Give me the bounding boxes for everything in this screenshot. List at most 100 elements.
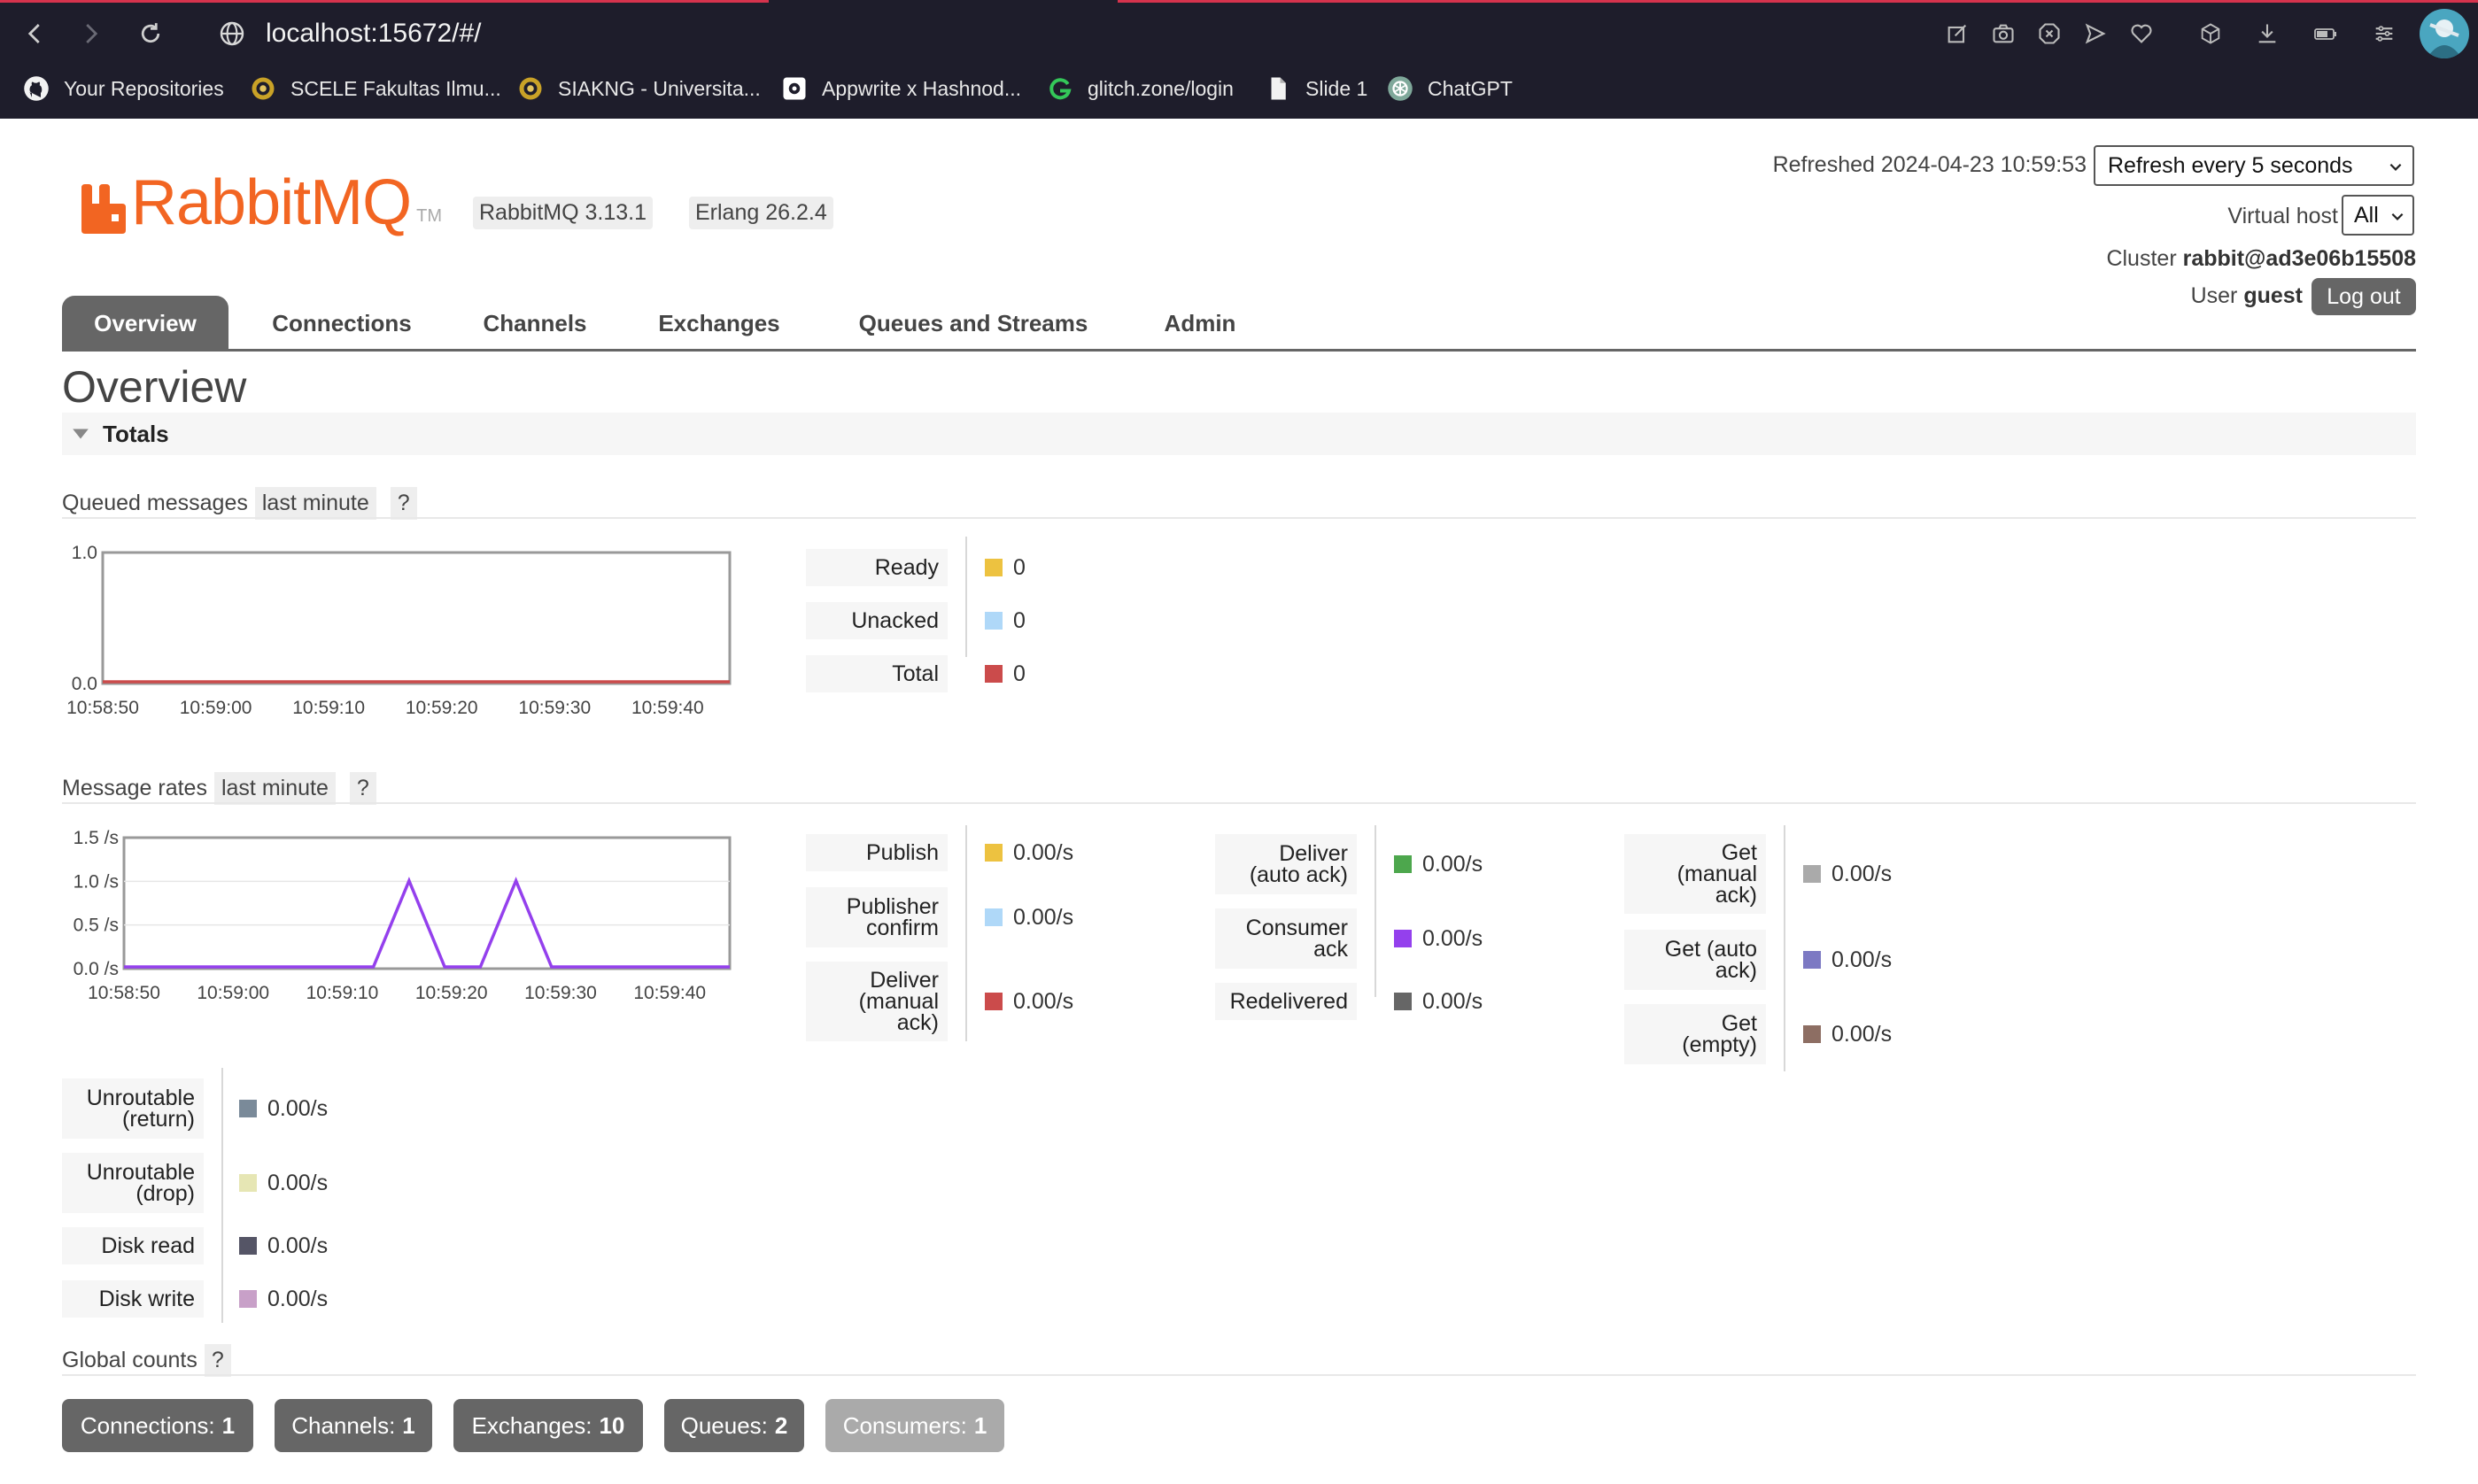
legend-swatch — [985, 612, 1003, 630]
cube-icon[interactable] — [2195, 18, 2226, 50]
queued-range-selector[interactable]: last minute — [254, 487, 376, 520]
global-counts-title: Global counts — [62, 1348, 197, 1372]
stat-number: 0.00/s — [267, 1095, 329, 1121]
legend-swatch — [985, 665, 1003, 683]
unroutable-return-label: Unroutable (return) — [62, 1078, 204, 1139]
count-value: 10 — [599, 1411, 625, 1439]
bookmark-appwrite-hashnode[interactable]: Appwrite x Hashnod... — [781, 69, 1021, 108]
unroutable-return-value: 0.00/s — [239, 1078, 328, 1139]
tab-channels[interactable]: Channels — [464, 296, 606, 351]
tab-queues-and-streams[interactable]: Queues and Streams — [832, 296, 1114, 351]
x-tick-label: 10:59:00 — [197, 983, 269, 1003]
get-manual-ack-label: Get (manual ack) — [1624, 834, 1766, 914]
totals-toggle[interactable]: Totals — [62, 413, 2416, 455]
divider — [62, 1374, 2416, 1376]
label-line: (auto ack) — [1249, 862, 1348, 887]
address-bar[interactable]: localhost:15672/#/ — [218, 12, 482, 55]
camera-icon[interactable] — [1987, 18, 2019, 50]
label-line: Get — [1721, 840, 1757, 865]
label-line: Unacked — [851, 608, 939, 633]
bookmark-siakng[interactable]: SIAKNG - Universita... — [517, 69, 761, 108]
legend-swatch — [985, 908, 1003, 926]
publisher-confirm-value: 0.00/s — [985, 887, 1073, 947]
rates-range-selector[interactable]: last minute — [213, 772, 336, 805]
exchanges-count-button[interactable]: Exchanges: 10 — [453, 1399, 643, 1452]
user-name: guest — [2243, 283, 2303, 308]
bookmark-scele[interactable]: SCELE Fakultas Ilmu... — [250, 69, 501, 108]
tab-connections[interactable]: Connections — [252, 296, 432, 351]
queued-help-button[interactable]: ? — [390, 487, 417, 520]
rates-help-button[interactable]: ? — [349, 772, 376, 805]
loading-bar — [0, 0, 769, 3]
version-badge: RabbitMQ 3.13.1 — [473, 197, 653, 229]
stat-number: 0.00/s — [1422, 851, 1483, 877]
consumer-ack-value: 0.00/s — [1394, 908, 1483, 969]
triangle-down-icon — [73, 429, 89, 439]
tab-admin[interactable]: Admin — [1146, 296, 1254, 351]
label-line: ack) — [1715, 958, 1757, 983]
count-label: Connections: — [80, 1411, 215, 1439]
global-help-button[interactable]: ? — [204, 1344, 231, 1377]
count-value: 1 — [402, 1411, 415, 1439]
edit-icon[interactable] — [1941, 18, 1973, 50]
vhost-select-value: All — [2354, 202, 2379, 228]
divider — [1784, 825, 1785, 1071]
label-line: Unroutable — [86, 1086, 195, 1110]
glitch-icon — [1047, 75, 1073, 102]
divider — [1375, 825, 1376, 997]
get-empty-value: 0.00/s — [1803, 1004, 1892, 1064]
refresh-select-value: Refresh every 5 seconds — [2108, 152, 2353, 178]
forward-button[interactable] — [73, 16, 108, 51]
connections-count-button[interactable]: Connections: 1 — [62, 1399, 253, 1452]
ready-label: Ready — [806, 549, 948, 586]
consumers-count-button[interactable]: Consumers: 1 — [825, 1399, 1004, 1452]
totals-label: Totals — [103, 420, 169, 447]
virtual-host-select[interactable]: All — [2342, 195, 2414, 236]
get-auto-ack-label: Get (auto ack) — [1624, 930, 1766, 990]
send-icon[interactable] — [2079, 18, 2111, 50]
legend-swatch — [1803, 865, 1821, 883]
logo-text: RabbitMQ — [131, 166, 412, 239]
rabbitmq-logo[interactable]: RabbitMQ TM — [80, 166, 442, 239]
message-rates-header: Message rates last minute ? — [62, 772, 376, 805]
stat-number: 0.00/s — [1831, 947, 1893, 972]
y-tick-label: 0.0 — [72, 674, 97, 694]
bookmark-glitch[interactable]: glitch.zone/login — [1047, 69, 1234, 108]
label-line: Get — [1721, 1011, 1757, 1036]
block-icon[interactable] — [2033, 18, 2065, 50]
bookmark-chatgpt[interactable]: ChatGPT — [1387, 69, 1513, 108]
consumer-ack-label: Consumer ack — [1215, 908, 1357, 969]
legend-swatch — [985, 844, 1003, 862]
siakng-icon — [517, 75, 544, 102]
queues-count-button[interactable]: Queues: 2 — [664, 1399, 804, 1452]
bookmark-slide[interactable]: Slide 1 — [1265, 69, 1367, 108]
label-line: confirm — [866, 916, 939, 940]
legend-swatch — [239, 1237, 257, 1255]
legend-swatch — [239, 1290, 257, 1308]
bookmark-your-repositories[interactable]: Your Repositories — [23, 69, 224, 108]
virtual-host-label: Virtual host — [2227, 204, 2338, 228]
download-icon[interactable] — [2251, 18, 2283, 50]
channels-count-button[interactable]: Channels: 1 — [275, 1399, 432, 1452]
legend-swatch — [1394, 993, 1412, 1010]
message-rates-title: Message rates — [62, 776, 207, 800]
tab-exchanges[interactable]: Exchanges — [638, 296, 801, 351]
cluster-label: Cluster — [2106, 246, 2177, 271]
stat-number: 0.00/s — [1422, 988, 1483, 1014]
count-value: 1 — [221, 1411, 236, 1439]
divider — [965, 825, 967, 1041]
back-button[interactable] — [18, 16, 53, 51]
deliver-manual-ack-value: 0.00/s — [985, 962, 1073, 1041]
tab-overview[interactable]: Overview — [62, 296, 228, 351]
reload-button[interactable] — [133, 16, 168, 51]
page-title: Overview — [62, 362, 247, 412]
settings-sliders-icon[interactable] — [2368, 18, 2400, 50]
total-value: 0 — [985, 655, 1026, 692]
count-label: Channels: — [291, 1411, 396, 1439]
heart-icon[interactable] — [2126, 18, 2157, 50]
x-tick-label: 10:59:20 — [415, 983, 488, 1003]
profile-avatar[interactable] — [2420, 9, 2469, 58]
queued-messages-title: Queued messages — [62, 491, 248, 515]
logout-button[interactable]: Log out — [2312, 278, 2416, 315]
refresh-interval-select[interactable]: Refresh every 5 seconds — [2094, 145, 2414, 186]
